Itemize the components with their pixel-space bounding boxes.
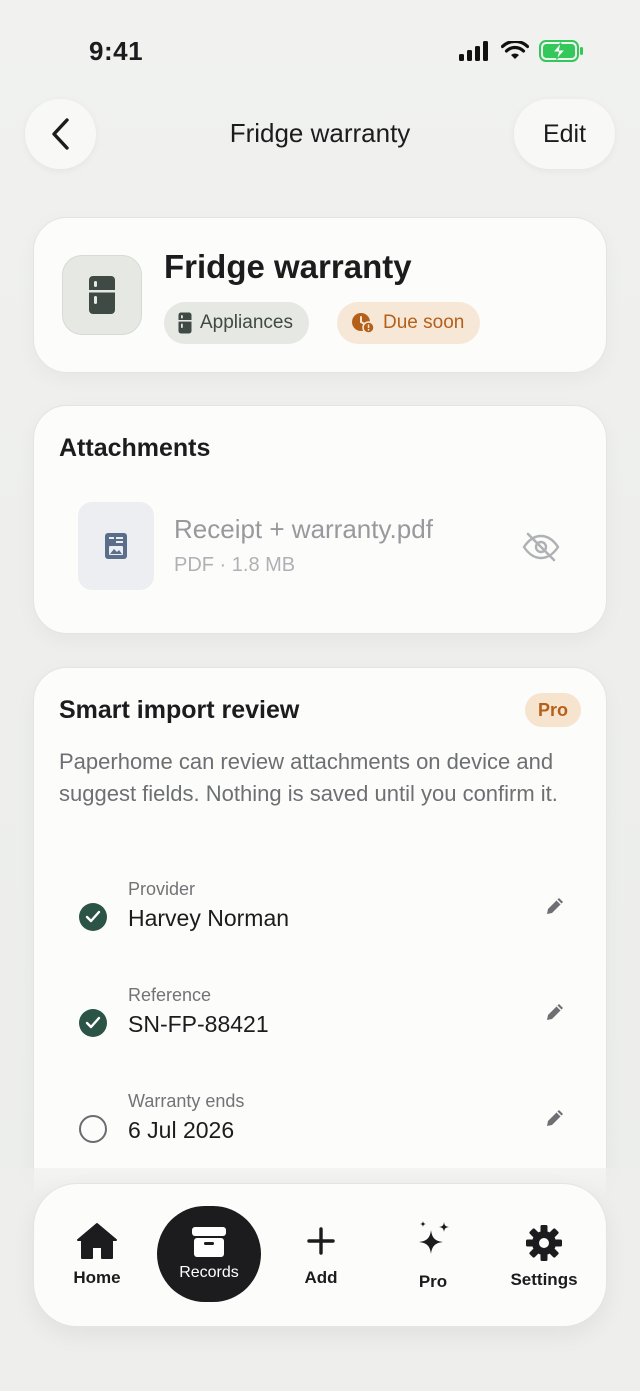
record-header-card: Fridge warranty Appliances Due soon	[33, 217, 607, 373]
tab-label: Add	[304, 1268, 338, 1287]
eye-slash-icon[interactable]	[522, 532, 560, 562]
tab-bar: Home Records Add Pro Settings	[33, 1183, 607, 1327]
fridge-icon	[178, 312, 192, 334]
review-field-warranty-ends[interactable]: Warranty ends 6 Jul 2026	[34, 1091, 606, 1171]
field-value: 6 Jul 2026	[128, 1117, 235, 1143]
tab-label: Records	[179, 1264, 239, 1281]
field-label: Reference	[128, 985, 212, 1005]
signal-icon	[459, 41, 488, 61]
attachments-card: Attachments Receipt + warranty.pdf PDF ·…	[33, 405, 607, 634]
tab-home[interactable]: Home	[64, 1184, 130, 1328]
review-description: Paperhome can review attachments on devi…	[59, 749, 558, 806]
tab-records[interactable]: Records	[157, 1206, 261, 1302]
category-chip[interactable]: Appliances	[164, 302, 309, 344]
status-bar: 9:41	[0, 0, 640, 100]
sparkles-icon	[419, 1221, 449, 1254]
record-title: Fridge warranty	[164, 248, 412, 285]
edit-button[interactable]: Edit	[514, 99, 615, 169]
checkmark-circle-icon[interactable]	[79, 903, 107, 931]
pro-badge: Pro	[524, 693, 581, 727]
tab-label: Pro	[418, 1272, 448, 1291]
pencil-icon[interactable]	[544, 895, 566, 917]
archive-box-icon	[192, 1227, 226, 1257]
review-title: Smart import review	[59, 696, 300, 724]
category-label: Appliances	[200, 312, 293, 333]
attachment-name: Receipt + warranty.pdf	[174, 514, 433, 544]
battery-charging-icon	[539, 40, 583, 62]
pencil-icon[interactable]	[544, 1107, 566, 1129]
status-label: Due soon	[383, 312, 465, 333]
status-badge: Due soon	[337, 302, 481, 344]
tab-label: Settings	[510, 1270, 578, 1289]
review-field-provider[interactable]: Provider Harvey Norman	[34, 879, 606, 959]
fridge-icon	[62, 255, 142, 335]
field-value: Harvey Norman	[128, 905, 290, 931]
plus-icon	[307, 1227, 335, 1255]
tab-add[interactable]: Add	[288, 1184, 354, 1328]
wifi-icon	[501, 41, 529, 59]
status-icons	[459, 40, 585, 62]
tab-label: Home	[73, 1268, 121, 1287]
status-time: 9:41	[89, 36, 144, 66]
tab-settings[interactable]: Settings	[500, 1184, 588, 1328]
tab-pro[interactable]: Pro	[400, 1184, 466, 1328]
clock-alert-icon	[352, 313, 375, 334]
checkmark-circle-icon[interactable]	[79, 1009, 107, 1037]
attachments-title: Attachments	[59, 434, 211, 462]
pencil-icon[interactable]	[544, 1001, 566, 1023]
attachment-meta: PDF · 1.8 MB	[174, 554, 296, 576]
field-label: Provider	[128, 879, 196, 899]
field-label: Warranty ends	[128, 1091, 245, 1111]
field-value: SN-FP-88421	[128, 1011, 269, 1037]
empty-circle-icon[interactable]	[79, 1115, 107, 1143]
document-icon	[78, 502, 154, 590]
review-field-reference[interactable]: Reference SN-FP-88421	[34, 985, 606, 1065]
home-icon	[77, 1223, 117, 1259]
gear-icon	[526, 1225, 562, 1261]
